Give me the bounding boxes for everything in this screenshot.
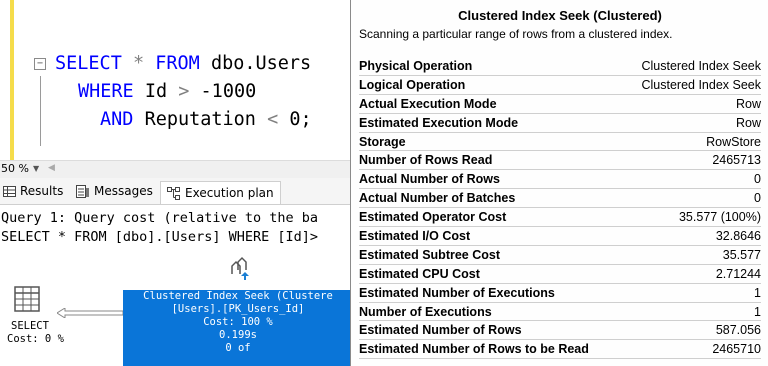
property-name: Storage	[359, 134, 406, 149]
tooltip-property-row: Actual Number of Batches 0	[359, 189, 761, 209]
tab-execution-plan[interactable]: Execution plan	[160, 181, 281, 204]
property-value: 587.056	[715, 323, 761, 338]
tooltip-property-row: Number of Rows Read 2465713	[359, 151, 761, 171]
outline-line	[40, 76, 41, 146]
code-line-1: SELECT * FROM dbo.Users	[55, 53, 311, 75]
query-cost-line: Query 1: Query cost (relative to the ba	[1, 210, 318, 226]
property-value: 35.577 (100%)	[678, 210, 761, 225]
property-name: Actual Number of Batches	[359, 191, 516, 206]
property-name: Estimated Execution Mode	[359, 115, 519, 130]
operator: <	[267, 109, 279, 130]
property-name: Estimated I/O Cost	[359, 229, 471, 244]
property-value: 0	[754, 191, 761, 206]
tooltip-title: Clustered Index Seek (Clustered)	[458, 8, 662, 23]
property-value: 32.8646	[715, 229, 761, 244]
data-flow-arrow	[57, 308, 123, 318]
grid-icon	[3, 185, 16, 197]
tab-label: Messages	[94, 184, 153, 198]
property-name: Logical Operation	[359, 77, 466, 92]
tooltip-property-row: Estimated Number of Executions 1	[359, 284, 761, 303]
property-name: Physical Operation	[359, 59, 473, 73]
select-operator-label: SELECT Cost: 0 %	[7, 320, 64, 346]
property-value: Row	[735, 115, 761, 130]
property-value: 35.577	[722, 247, 761, 262]
tooltip-property-row: Estimated I/O Cost 32.8646	[359, 227, 761, 246]
tooltip-description: Scanning a particular range of rows from…	[359, 27, 673, 41]
code-line-2: WHERE Id > -1000	[78, 81, 256, 103]
change-margin	[10, 0, 14, 160]
tooltip-property-row: Estimated CPU Cost 2.71244	[359, 265, 761, 284]
clustered-index-seek-node[interactable]: Clustered Index Seek (Clustere [Users].[…	[123, 290, 353, 366]
results-tab-bar: Results Messages Execution plan	[0, 178, 350, 205]
tooltip-property-row: Estimated Number of Rows to be Read 24657…	[359, 340, 761, 360]
operator: >	[178, 81, 190, 102]
property-name: Actual Number of Rows	[359, 172, 500, 187]
property-value: 1	[754, 304, 761, 319]
select-operator-icon[interactable]	[13, 285, 41, 313]
select-cost: Cost: 0 %	[7, 333, 64, 345]
zoom-level[interactable]: 50 %	[1, 162, 29, 175]
tab-results[interactable]: Results	[3, 182, 63, 200]
tooltip-property-row: Physical Operation Clustered Index Seek	[359, 57, 761, 76]
editor-status-bar: 50 % ▼ ◀	[0, 160, 350, 178]
tab-label: Results	[20, 184, 64, 198]
property-name: Number of Executions	[359, 304, 492, 319]
collapse-toggle-icon[interactable]: −	[34, 58, 46, 70]
keyword: WHERE	[78, 81, 134, 102]
tooltip-property-row: Actual Execution Mode Row	[359, 95, 761, 114]
seek-rows: 0 of	[225, 342, 251, 354]
property-name: Actual Execution Mode	[359, 96, 497, 111]
property-name: Estimated CPU Cost	[359, 266, 480, 281]
tooltip-property-row: Number of Executions 1	[359, 303, 761, 322]
operator-tooltip: Clustered Index Seek (Clustered) Scannin…	[350, 0, 768, 366]
scroll-left-icon[interactable]: ◀	[48, 163, 55, 173]
tooltip-property-row: Storage RowStore	[359, 133, 761, 152]
operator: *	[132, 53, 145, 74]
tab-messages[interactable]: Messages	[76, 182, 153, 200]
clustered-index-seek-icon[interactable]	[228, 256, 254, 282]
property-value: 2.71244	[715, 266, 761, 281]
tooltip-property-row: Estimated Subtree Cost 35.577	[359, 246, 761, 265]
property-value: 1	[754, 285, 761, 300]
seek-index-name: [Users].[PK_Users_Id]	[171, 303, 305, 315]
property-value: 2465710	[712, 342, 761, 357]
property-name: Estimated Number of Executions	[359, 285, 555, 300]
property-name: Estimated Number of Rows	[359, 323, 522, 338]
keyword: FROM	[155, 53, 200, 74]
object-name: dbo.Users	[210, 53, 312, 74]
tooltip-property-row: Logical Operation Clustered Index Seek	[359, 76, 761, 95]
code-line-3: AND Reputation < 0;	[100, 109, 312, 131]
property-value: 2465713	[712, 153, 761, 168]
property-value: Row	[735, 96, 761, 111]
property-name: Estimated Subtree Cost	[359, 247, 501, 262]
property-value: Clustered Index Seek	[641, 77, 761, 92]
column-name: Id	[144, 81, 168, 102]
literal: -1000	[200, 81, 257, 102]
literal: 0;	[289, 109, 312, 130]
keyword: SELECT	[55, 53, 122, 74]
property-value: 0	[754, 172, 761, 187]
property-name: Estimated Operator Cost	[359, 210, 507, 225]
seek-elapsed: 0.199s	[219, 329, 257, 341]
seek-operator-name: Clustered Index Seek (Clustere	[143, 290, 333, 302]
column-name: Reputation	[144, 109, 256, 130]
property-name: Estimated Number of Rows to be Read	[359, 342, 589, 357]
property-value: Clustered Index Seek	[641, 59, 761, 73]
tooltip-property-row: Actual Number of Rows 0	[359, 170, 761, 190]
tooltip-properties: Physical Operation Clustered Index Seek Lo…	[359, 57, 761, 360]
keyword: AND	[100, 109, 134, 130]
select-name: SELECT	[11, 320, 49, 332]
property-value: RowStore	[706, 134, 761, 149]
seek-cost: Cost: 100 %	[203, 316, 273, 328]
tooltip-property-row: Estimated Number of Rows 587.056	[359, 321, 761, 341]
property-name: Number of Rows Read	[359, 153, 493, 168]
execution-plan-icon	[167, 186, 180, 200]
messages-icon	[76, 184, 89, 198]
chevron-down-icon[interactable]: ▼	[33, 164, 39, 173]
tab-label: Execution plan	[185, 186, 274, 200]
query-text-line: SELECT * FROM [dbo].[Users] WHERE [Id]>	[1, 229, 318, 245]
tooltip-property-row: Estimated Execution Mode Row	[359, 114, 761, 133]
query-editor[interactable]: − SELECT * FROM dbo.Users WHERE Id > -10…	[0, 0, 350, 160]
tooltip-property-row: Estimated Operator Cost 35.577 (100%)	[359, 208, 761, 228]
